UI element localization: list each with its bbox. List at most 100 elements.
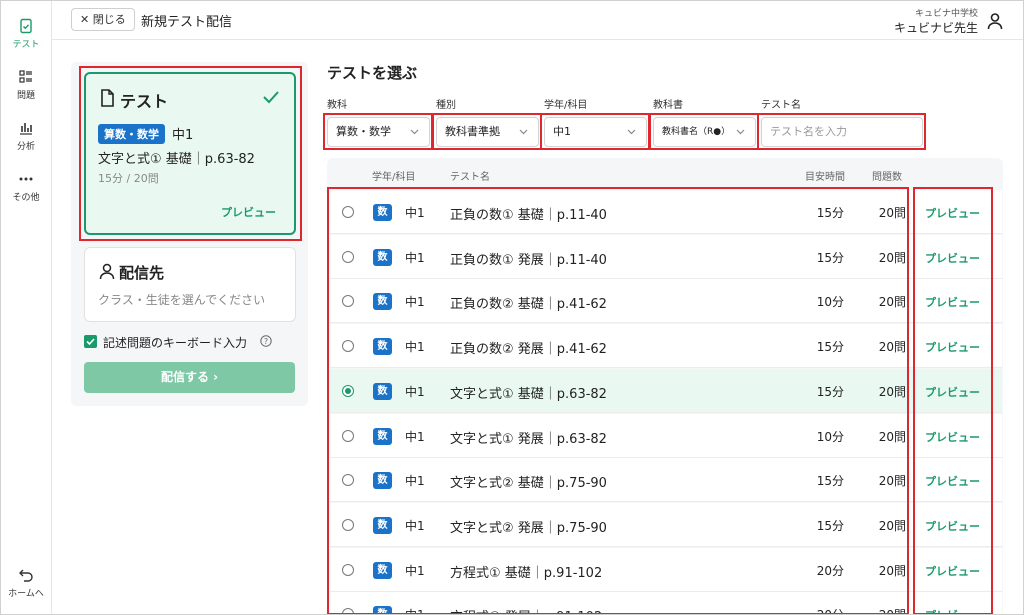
row-preview-link[interactable]: プレビュー — [925, 250, 980, 266]
user-icon[interactable] — [986, 12, 1004, 30]
row-preview-link[interactable]: プレビュー — [925, 294, 980, 310]
rail-item-test[interactable]: テスト — [0, 18, 52, 50]
row-preview-link[interactable]: プレビュー — [925, 384, 980, 400]
return-arrow-icon — [19, 569, 33, 582]
row-test-name: 文字と式① 発展｜p.63-82 — [450, 431, 607, 447]
send-button[interactable]: 配信する › — [84, 362, 295, 393]
row-time: 20分 — [816, 563, 844, 578]
test-card-title: テスト — [120, 92, 169, 111]
row-radio[interactable] — [342, 563, 354, 576]
rail-item-questions[interactable]: 問題 — [0, 69, 52, 101]
row-preview-link[interactable]: プレビュー — [925, 205, 980, 221]
row-preview-link[interactable]: プレビュー — [925, 339, 980, 355]
subject-badge: 数 — [373, 516, 392, 534]
table-row[interactable]: 数中1 文字と式① 発展｜p.63-82 10分 20問 プレビュー — [330, 413, 1002, 458]
rail-label-other: その他 — [12, 193, 40, 203]
row-time: 20分 — [817, 606, 844, 615]
row-preview-link[interactable]: プレビュー — [925, 473, 980, 489]
rail-label-home: ホームへ — [8, 589, 44, 599]
left-rail: テスト 問題 分析 その他 ホームへ — [0, 0, 52, 615]
grade-select-value: 中1 — [553, 125, 571, 138]
table-row[interactable]: 数中1 方程式① 基礎｜p.91-102 20分 20問 プレビュー — [330, 547, 1002, 592]
check-icon — [263, 91, 279, 104]
table-row[interactable]: 数中1 正負の数① 基礎｜p.11-40 15分 20問 プレビュー — [330, 190, 1002, 234]
table-row[interactable]: 数中1 文字と式① 基礎｜p.63-82 15分 20問 プレビュー — [330, 368, 1002, 413]
row-grade: 中1 — [405, 384, 425, 399]
row-test-name: 正負の数② 発展｜p.41-62 — [450, 342, 607, 358]
top-bar: ✕ 閉じる 新規テスト配信 キュビナ中学校 キュビナビ先生 — [52, 0, 1024, 40]
test-name-input[interactable]: テスト名を入力 — [761, 117, 923, 147]
selected-grade: 中1 — [172, 128, 194, 143]
row-grade: 中1 — [405, 606, 425, 615]
help-icon[interactable]: ? — [260, 335, 272, 347]
subject-select[interactable]: 算数・数学 — [327, 117, 430, 147]
selected-test-card[interactable]: テスト 算数・数学 中1 文字と式① 基礎｜p.63-82 15分 / 20問 … — [84, 72, 296, 235]
row-count: 20問 — [878, 518, 906, 533]
selected-preview-link[interactable]: プレビュー — [221, 204, 276, 220]
page-title: 新規テスト配信 — [141, 15, 233, 30]
subject-select-value: 算数・数学 — [336, 125, 391, 138]
keyboard-checkbox[interactable] — [84, 335, 97, 348]
row-time: 15分 — [816, 340, 844, 355]
row-count: 20問 — [878, 250, 906, 265]
subject-badge: 数 — [373, 293, 392, 311]
rail-item-analysis[interactable]: 分析 — [0, 120, 52, 152]
row-grade: 中1 — [405, 474, 425, 489]
row-radio[interactable] — [342, 295, 354, 308]
filter-label-grade: 学年/科目 — [544, 100, 588, 111]
table-row[interactable]: 数中1 正負の数① 発展｜p.11-40 15分 20問 プレビュー — [330, 234, 1002, 279]
rail-label-questions: 問題 — [16, 91, 35, 101]
row-count: 20問 — [878, 206, 906, 220]
section-title: テストを選ぶ — [327, 64, 418, 82]
row-preview-link[interactable]: プレビュー — [925, 518, 980, 534]
destination-card[interactable]: 配信先 クラス・生徒を選んでください — [84, 247, 296, 322]
table-row[interactable]: 数中1 文字と式② 基礎｜p.75-90 15分 20問 プレビュー — [330, 458, 1002, 503]
chevron-down-icon — [519, 129, 528, 135]
rail-item-home[interactable]: ホームへ — [0, 567, 52, 599]
row-count: 20問 — [878, 295, 906, 310]
column-header-name: テスト名 — [450, 172, 490, 183]
row-radio[interactable] — [342, 384, 354, 397]
subject-badge: 数 — [373, 472, 392, 490]
checkbox-check-icon — [86, 338, 95, 346]
table-row[interactable]: 数中1 文字と式② 発展｜p.75-90 15分 20問 プレビュー — [330, 502, 1002, 547]
subject-badge: 数 — [373, 427, 392, 445]
row-radio[interactable] — [342, 340, 354, 353]
filter-label-testname: テスト名 — [761, 100, 801, 111]
row-radio[interactable] — [342, 206, 354, 218]
row-grade: 中1 — [405, 295, 425, 310]
row-grade: 中1 — [405, 518, 425, 533]
row-grade: 中1 — [405, 429, 425, 444]
row-test-name: 文字と式② 基礎｜p.75-90 — [450, 476, 607, 492]
row-grade: 中1 — [405, 340, 425, 355]
row-time: 15分 — [816, 518, 844, 533]
row-preview-link[interactable]: プレビュー — [925, 563, 980, 579]
list-icon — [19, 70, 32, 83]
chevron-down-icon — [410, 129, 419, 135]
row-radio[interactable] — [342, 250, 354, 263]
row-preview-link[interactable]: プレビュー — [925, 607, 980, 615]
row-time: 10分 — [816, 429, 844, 444]
grade-select[interactable]: 中1 — [544, 117, 647, 147]
textbook-select[interactable]: 教科書名（R●） — [653, 117, 756, 147]
row-radio[interactable] — [342, 429, 354, 442]
subject-badge: 数 — [373, 204, 392, 221]
close-button[interactable]: ✕ 閉じる — [71, 8, 135, 31]
table-row[interactable]: 数 中1 方程式① 発展｜p.91-102 20分 20問 プレビュー — [330, 592, 1002, 615]
row-count: 20問 — [878, 474, 906, 489]
test-name-placeholder: テスト名を入力 — [770, 125, 847, 138]
row-radio[interactable] — [342, 474, 354, 487]
keyboard-option-label: 記述問題のキーボード入力 — [103, 336, 248, 350]
chevron-down-icon — [627, 129, 636, 135]
type-select[interactable]: 教科書準拠 — [436, 117, 539, 147]
rail-label-test: テスト — [12, 40, 40, 50]
table-row[interactable]: 数中1 正負の数② 基礎｜p.41-62 10分 20問 プレビュー — [330, 279, 1002, 324]
row-time: 15分 — [816, 206, 844, 220]
filter-label-type: 種別 — [436, 100, 456, 111]
close-icon: ✕ — [80, 13, 90, 26]
row-radio[interactable] — [342, 608, 354, 615]
rail-item-other[interactable]: その他 — [0, 171, 52, 203]
row-radio[interactable] — [342, 518, 354, 531]
table-row[interactable]: 数中1 正負の数② 発展｜p.41-62 15分 20問 プレビュー — [330, 324, 1002, 369]
row-preview-link[interactable]: プレビュー — [925, 429, 980, 445]
